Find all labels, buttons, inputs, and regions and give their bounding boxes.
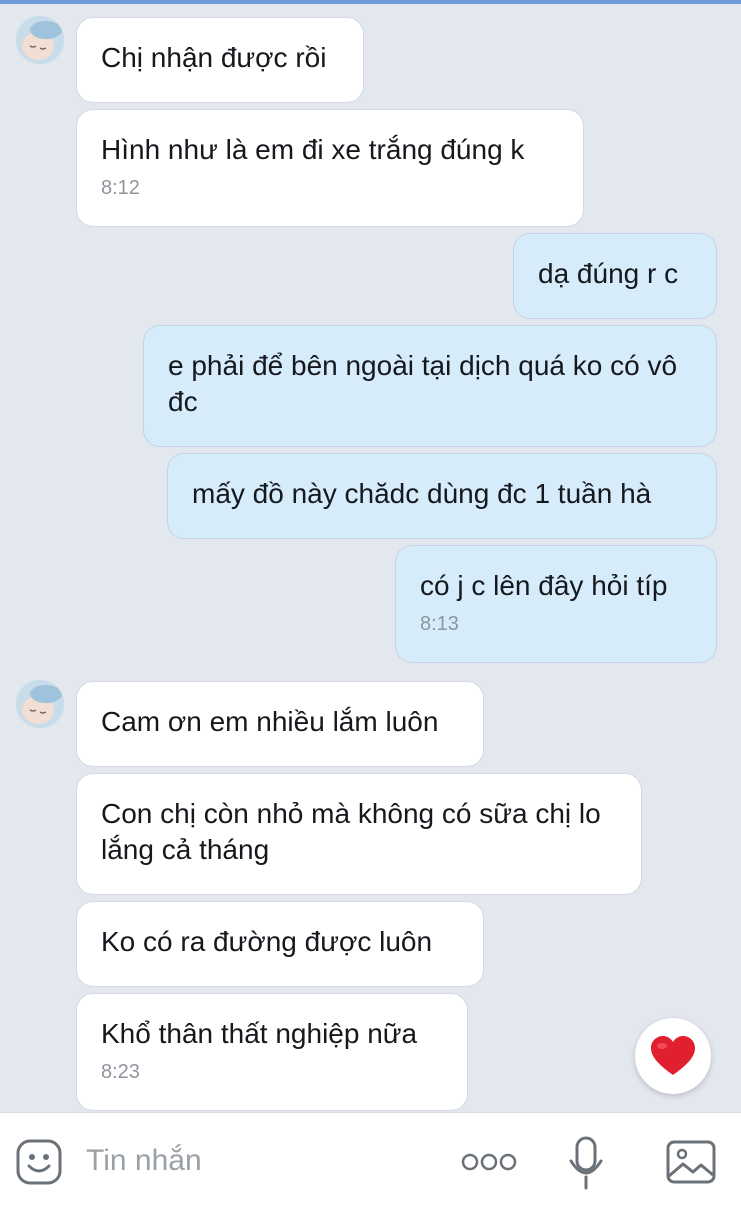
message-text: Cam ơn em nhiều lắm luôn <box>101 706 439 737</box>
message-bubble-outgoing[interactable]: mấy đồ này chădc dùng đc 1 tuần hà <box>168 454 716 538</box>
heart-icon <box>651 1036 695 1075</box>
sender-avatar[interactable] <box>16 680 64 728</box>
message-input[interactable]: Tin nhắn <box>86 1141 202 1181</box>
message-bubble-incoming[interactable]: Cam ơn em nhiều lắm luôn <box>77 682 483 766</box>
chat-thread[interactable]: Chị nhận được rồi Hình như là em đi xe t… <box>0 4 741 1112</box>
message-bubble-incoming[interactable]: Khổ thân thất nghiệp nữa 8:23 <box>77 994 467 1110</box>
message-composer: Tin nhắn <box>0 1112 741 1210</box>
message-text: Con chị còn nhỏ mà không có sữa chị lo l… <box>101 798 601 865</box>
message-bubble-incoming[interactable]: Hình như là em đi xe trắng đúng k 8:12 <box>77 110 583 226</box>
microphone-icon <box>569 1136 603 1190</box>
message-text: Chị nhận được rồi <box>101 42 327 73</box>
message-bubble-incoming[interactable]: Ko có ra đường được luôn <box>77 902 483 986</box>
voice-message-button[interactable] <box>566 1133 606 1193</box>
message-bubble-outgoing[interactable]: có j c lên đây hỏi típ 8:13 <box>396 546 716 662</box>
message-text: e phải để bên ngoài tại dịch quá ko có v… <box>168 350 678 417</box>
message-input-placeholder: Tin nhắn <box>86 1144 202 1177</box>
message-time: 8:12 <box>101 177 140 199</box>
message-time: 8:13 <box>420 613 459 635</box>
message-text: có j c lên đây hỏi típ <box>420 570 668 601</box>
sticker-button[interactable] <box>14 1137 64 1187</box>
sender-avatar[interactable] <box>16 16 64 64</box>
avatar-image <box>16 16 64 64</box>
more-icon <box>461 1153 517 1171</box>
message-time: 8:23 <box>101 1061 140 1083</box>
avatar-image <box>16 680 64 728</box>
heart-reaction-button[interactable] <box>635 1018 711 1094</box>
message-text: dạ đúng r c <box>538 258 679 289</box>
message-bubble-outgoing[interactable]: e phải để bên ngoài tại dịch quá ko có v… <box>144 326 716 446</box>
image-picker-button[interactable] <box>664 1137 718 1187</box>
more-button[interactable] <box>458 1143 520 1181</box>
message-bubble-outgoing[interactable]: dạ đúng r c <box>514 234 716 318</box>
message-text: mấy đồ này chădc dùng đc 1 tuần hà <box>192 478 652 509</box>
message-bubble-incoming[interactable]: Con chị còn nhỏ mà không có sữa chị lo l… <box>77 774 641 894</box>
message-text: Khổ thân thất nghiệp nữa <box>101 1018 418 1049</box>
message-bubble-incoming[interactable]: Chị nhận được rồi <box>77 18 363 102</box>
image-icon <box>666 1140 716 1184</box>
message-text: Ko có ra đường được luôn <box>101 926 433 957</box>
message-text: Hình như là em đi xe trắng đúng k <box>101 134 525 165</box>
sticker-icon <box>16 1139 62 1185</box>
